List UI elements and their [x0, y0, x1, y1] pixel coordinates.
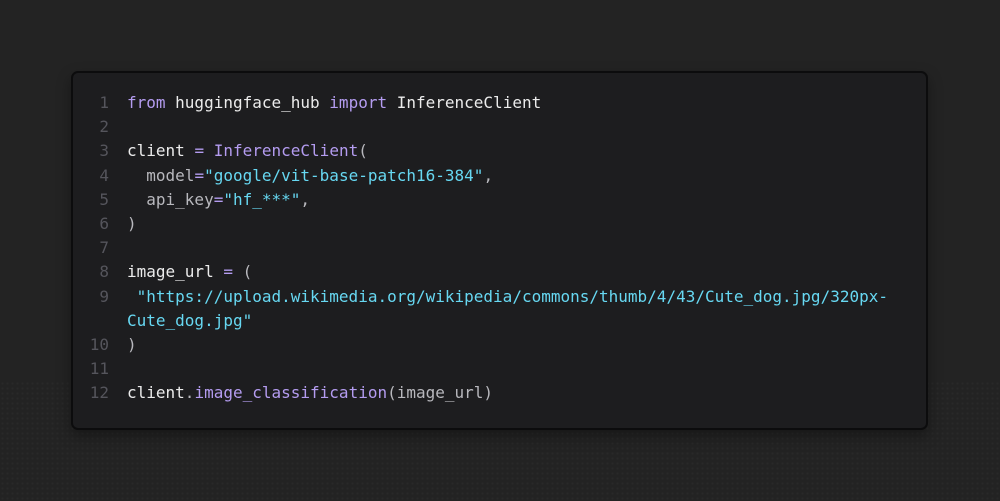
code-snippet-panel: 1 from huggingface_hub import InferenceC… — [71, 71, 928, 430]
identifier-token: client — [127, 383, 185, 403]
code-line: 3 client = InferenceClient( — [73, 139, 926, 163]
punctuation-token: ( — [232, 262, 253, 282]
line-number: 3 — [99, 141, 109, 161]
parameter-token: api_key — [127, 189, 214, 209]
line-content: image_url = ( — [109, 260, 252, 284]
code-block: 1 from huggingface_hub import InferenceC… — [73, 91, 926, 405]
punctuation-token: ) — [127, 334, 137, 354]
identifier-token: InferenceClient — [387, 93, 542, 112]
code-line: 11 — [73, 357, 926, 381]
code-line: 5 api_key="hf_***", — [73, 188, 926, 212]
code-line: 6 ) — [73, 212, 926, 236]
punctuation-token: , — [483, 165, 494, 185]
identifier-token: huggingface_hub — [165, 93, 330, 112]
line-number: 12 — [89, 383, 109, 403]
code-line-wrap: Cute_dog.jpg" — [73, 309, 926, 333]
line-number — [73, 309, 109, 333]
string-token: Cute_dog.jpg" — [127, 310, 253, 330]
line-content: from huggingface_hub import InferenceCli… — [109, 91, 541, 115]
code-line: 2 — [73, 115, 926, 139]
operator-token: = — [213, 189, 224, 209]
operator-token: = — [223, 262, 233, 282]
line-number: 10 — [89, 334, 109, 354]
punctuation-token: . — [184, 383, 195, 403]
function-token: image_classification — [194, 383, 388, 403]
code-line: 4 model="google/vit-base-patch16-384", — [73, 164, 926, 188]
punctuation-token: (image_url) — [387, 383, 494, 403]
keyword-token: from — [127, 93, 166, 112]
line-number: 9 — [99, 286, 109, 306]
punctuation-token: , — [300, 189, 311, 209]
identifier-token: client — [127, 141, 195, 161]
line-content: client.image_classification(image_url) — [109, 381, 493, 405]
keyword-token: import — [329, 93, 388, 112]
line-content — [109, 115, 127, 139]
code-line: 8 image_url = ( — [73, 260, 926, 284]
line-content: ) — [109, 212, 137, 236]
string-token: "hf_***" — [223, 189, 301, 209]
line-content — [109, 357, 127, 381]
line-content: api_key="hf_***", — [109, 188, 310, 212]
line-content: Cute_dog.jpg" — [109, 309, 252, 333]
line-content: client = InferenceClient( — [109, 139, 368, 163]
line-number: 11 — [89, 359, 109, 379]
code-line: 12 client.image_classification(image_url… — [73, 381, 926, 405]
string-token: "google/vit-base-patch16-384" — [204, 165, 484, 185]
line-number: 8 — [99, 262, 109, 282]
punctuation-token: ) — [127, 213, 137, 233]
operator-token: = — [194, 141, 205, 161]
punctuation-token: ( — [358, 141, 368, 161]
line-number: 7 — [99, 238, 109, 258]
operator-token: = — [194, 165, 205, 185]
string-token: "https://upload.wikimedia.org/wikipedia/… — [127, 286, 888, 306]
line-content: ) — [109, 333, 137, 357]
line-number: 1 — [99, 93, 109, 112]
function-token: InferenceClient — [213, 141, 359, 161]
parameter-token: model — [127, 165, 195, 185]
code-line: 7 — [73, 236, 926, 260]
line-number: 4 — [99, 165, 109, 185]
line-content: model="google/vit-base-patch16-384", — [109, 164, 493, 188]
line-number: 2 — [99, 117, 109, 137]
line-content: "https://upload.wikimedia.org/wikipedia/… — [109, 285, 888, 309]
line-number: 6 — [99, 213, 109, 233]
code-line: 1 from huggingface_hub import InferenceC… — [73, 91, 926, 115]
identifier-token: image_url — [127, 262, 224, 282]
code-line: 10 ) — [73, 333, 926, 357]
line-number: 5 — [99, 189, 109, 209]
line-content — [109, 236, 127, 260]
code-line: 9 "https://upload.wikimedia.org/wikipedi… — [73, 285, 926, 309]
